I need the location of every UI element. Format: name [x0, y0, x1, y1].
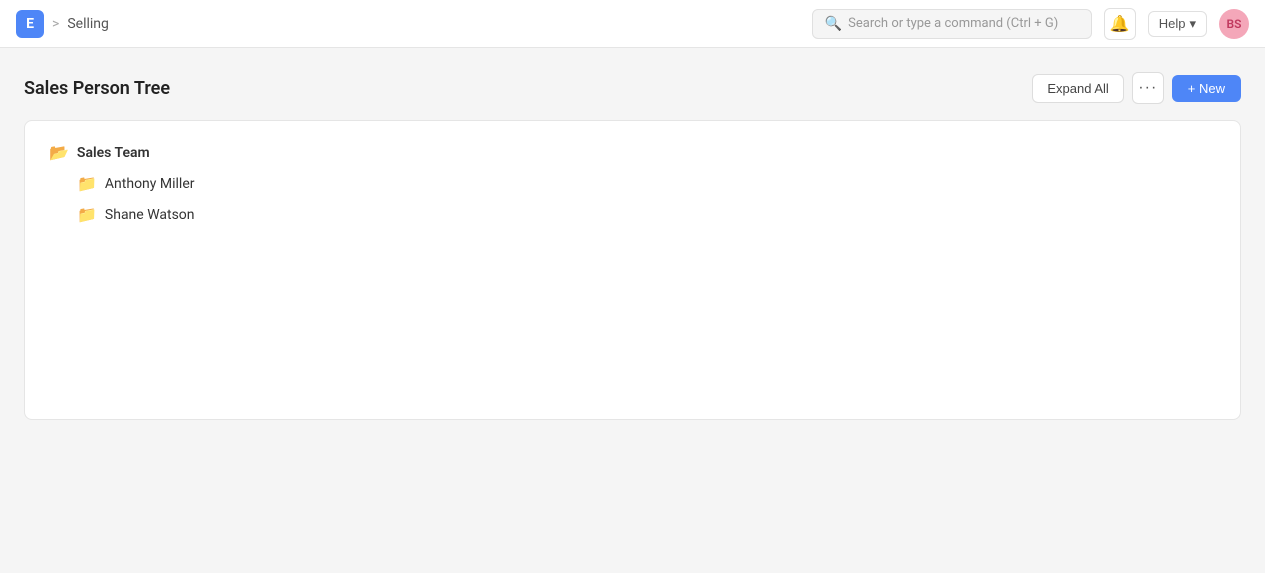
tree-node-shane-watson[interactable]: 📁 Shane Watson [73, 199, 1220, 230]
search-icon: 🔍 [825, 16, 842, 32]
avatar[interactable]: BS [1219, 9, 1249, 39]
notification-button[interactable]: 🔔 [1104, 8, 1136, 40]
breadcrumb-selling[interactable]: Selling [67, 16, 109, 32]
page-actions: Expand All ··· + New [1032, 72, 1241, 104]
tree-node-label-sales-team: Sales Team [77, 145, 150, 161]
tree-root: 📂 Sales Team 📁 Anthony Miller 📁 Shane Wa… [45, 137, 1220, 230]
page-title: Sales Person Tree [24, 78, 170, 99]
expand-all-button[interactable]: Expand All [1032, 74, 1123, 103]
page-header: Sales Person Tree Expand All ··· + New [24, 72, 1241, 104]
help-button[interactable]: Help ▾ [1148, 11, 1207, 37]
header-left: E > Selling [16, 10, 109, 38]
bell-icon: 🔔 [1110, 14, 1130, 34]
folder-icon-sales-team: 📂 [49, 143, 69, 162]
tree-node-sales-team[interactable]: 📂 Sales Team [45, 137, 1220, 168]
new-button[interactable]: + New [1172, 75, 1241, 102]
tree-card: 📂 Sales Team 📁 Anthony Miller 📁 Shane Wa… [24, 120, 1241, 420]
chevron-down-icon: ▾ [1189, 16, 1196, 32]
search-placeholder-text: Search or type a command (Ctrl + G) [848, 16, 1058, 31]
help-label: Help [1159, 16, 1186, 31]
tree-node-anthony-miller[interactable]: 📁 Anthony Miller [73, 168, 1220, 199]
header: E > Selling 🔍 Search or type a command (… [0, 0, 1265, 48]
page-content: Sales Person Tree Expand All ··· + New 📂… [0, 48, 1265, 444]
folder-icon-anthony: 📁 [77, 174, 97, 193]
app-icon[interactable]: E [16, 10, 44, 38]
search-bar[interactable]: 🔍 Search or type a command (Ctrl + G) [812, 9, 1092, 39]
tree-node-label-shane: Shane Watson [105, 207, 195, 223]
tree-children: 📁 Anthony Miller 📁 Shane Watson [73, 168, 1220, 230]
breadcrumb-separator: > [52, 16, 59, 32]
tree-node-label-anthony: Anthony Miller [105, 176, 195, 192]
folder-icon-shane: 📁 [77, 205, 97, 224]
more-options-button[interactable]: ··· [1132, 72, 1164, 104]
header-right: 🔍 Search or type a command (Ctrl + G) 🔔 … [812, 8, 1249, 40]
